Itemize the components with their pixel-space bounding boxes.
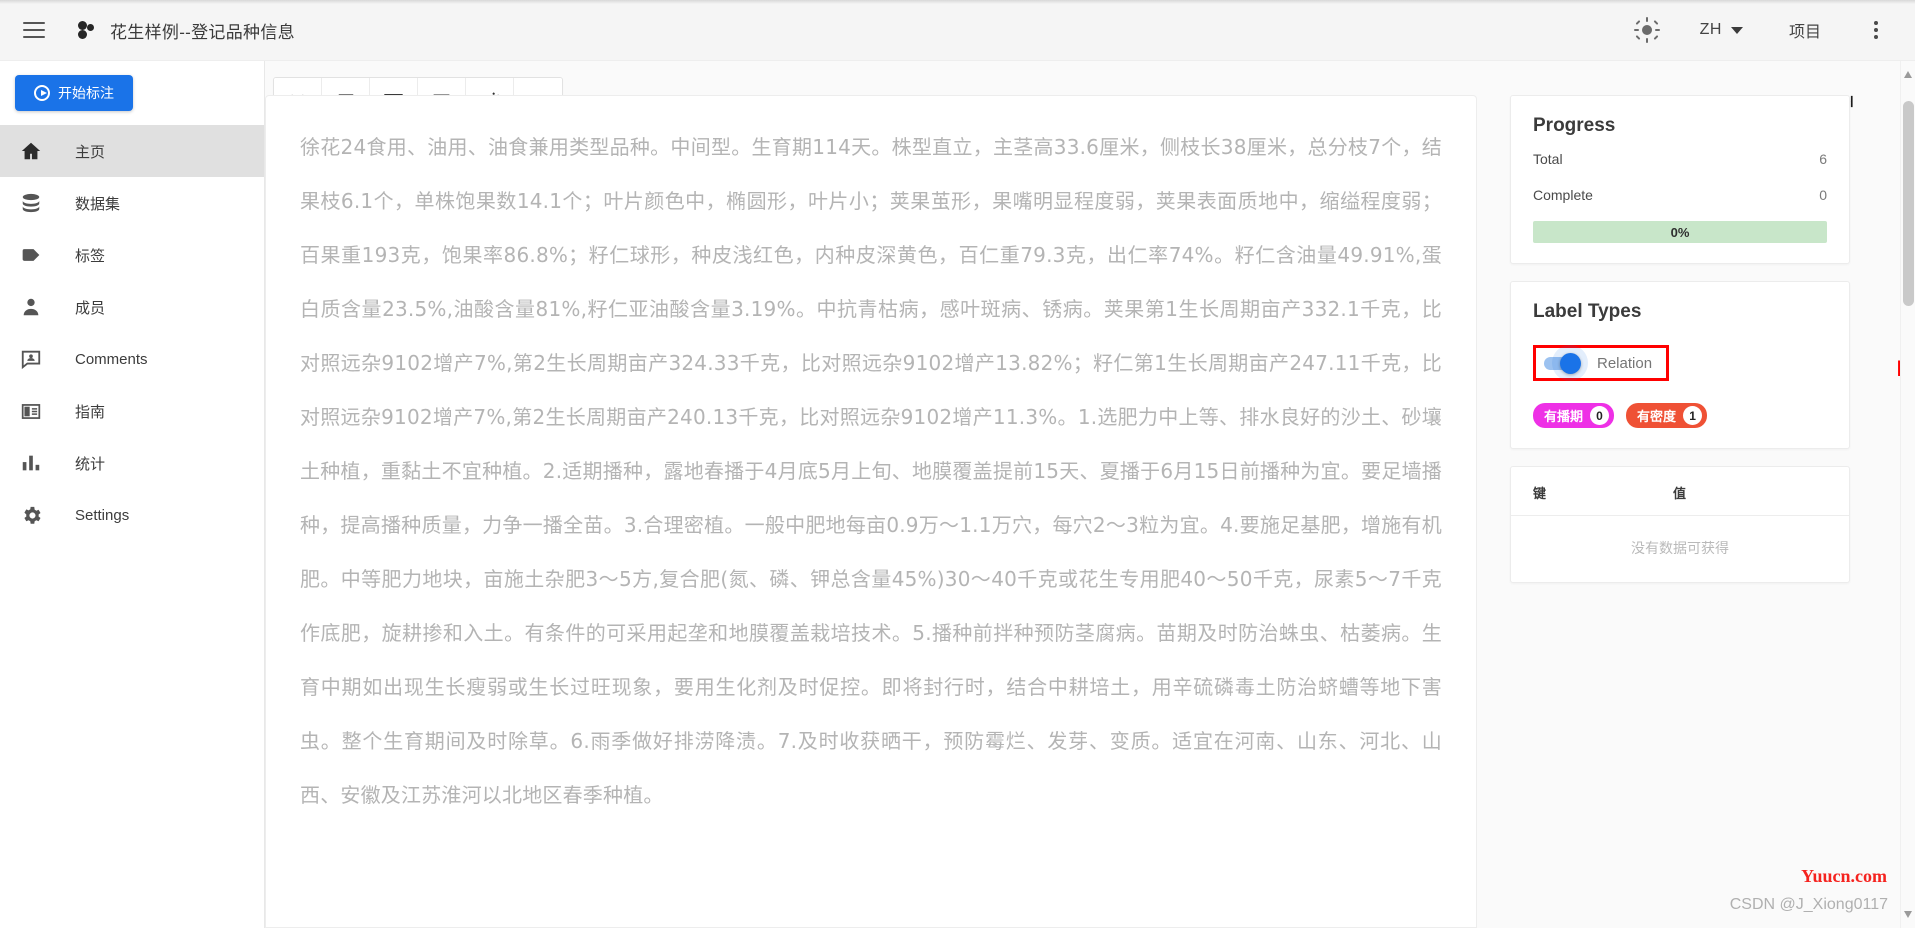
label-types-title: Label Types	[1533, 301, 1642, 322]
document-text: 徐花24食用、油用、油食兼用类型品种。中间型。生育期114天。株型直立，主茎高3…	[300, 135, 1442, 807]
vertical-scrollbar[interactable]	[1900, 61, 1915, 928]
brand-dots-icon	[78, 20, 100, 40]
database-icon	[16, 190, 46, 216]
start-annotation-button[interactable]: 开始标注	[15, 75, 133, 111]
label-badge[interactable]: 有密度 1	[1626, 403, 1708, 428]
page-title: 花生样例--登记品种信息	[110, 22, 295, 42]
relation-toggle[interactable]	[1544, 345, 1588, 381]
sidebar-label: 主页	[75, 143, 106, 161]
main-region: 1 of 6 徐花24食用、油用、油食兼用类型品种。中间型。生育期114天。株型…	[265, 61, 1915, 928]
label-badge-count: 1	[1683, 406, 1703, 425]
document-card: 徐花24食用、油用、油食兼用类型品种。中间型。生育期114天。株型直立，主茎高3…	[265, 95, 1477, 928]
label-badge[interactable]: 有播期 0	[1533, 403, 1615, 428]
comment-box-icon	[16, 346, 46, 372]
relation-toggle-highlight: Relation Relation为关系抽取标注	[1533, 345, 1915, 381]
sidebar-label: 指南	[75, 403, 106, 421]
sidebar-item-members[interactable]: 成员	[0, 281, 264, 333]
table-empty-state: 没有数据可获得	[1631, 540, 1729, 556]
progress-complete-value: 0	[1819, 187, 1827, 203]
sidebar: 开始标注 主页 数据集 标签 成员 Comments 指南 统计 Setting…	[0, 61, 265, 928]
scrollbar-thumb[interactable]	[1903, 101, 1914, 306]
home-icon	[16, 138, 46, 164]
sidebar-item-datasets[interactable]: 数据集	[0, 177, 264, 229]
column-header-key: 键	[1533, 486, 1547, 501]
language-label: ZH	[1699, 21, 1722, 38]
sidebar-item-statistics[interactable]: 统计	[0, 437, 264, 489]
top-shadow	[0, 0, 1915, 4]
sidebar-item-comments[interactable]: Comments	[0, 333, 264, 385]
project-link[interactable]: 项目	[1789, 18, 1821, 42]
vertical-dots-icon[interactable]	[1865, 19, 1887, 41]
sidebar-label: Comments	[75, 350, 148, 368]
sidebar-label: Settings	[75, 506, 130, 524]
sidebar-item-settings[interactable]: Settings	[0, 489, 264, 541]
scroll-down-icon[interactable]	[1904, 911, 1912, 918]
table-header-row: 键 值	[1511, 467, 1849, 516]
progress-percent: 0%	[1670, 224, 1690, 240]
bar-chart-icon	[16, 450, 46, 476]
sidebar-label: 成员	[75, 299, 106, 317]
label-types-card: Label Types Relation Relation为关系抽取标注	[1510, 281, 1915, 449]
progress-title: Progress	[1533, 115, 1616, 136]
label-badge-name: 有密度	[1637, 409, 1677, 424]
scroll-up-icon[interactable]	[1904, 71, 1912, 78]
right-panel: Progress Total 6 Complete 0 0% Label Typ…	[1510, 95, 1915, 600]
relation-toggle-label: Relation	[1597, 354, 1653, 372]
sidebar-label: 统计	[75, 455, 106, 473]
sun-icon[interactable]	[1633, 17, 1660, 43]
label-badge-count: 0	[1590, 406, 1610, 425]
person-icon	[16, 294, 46, 320]
progress-complete-row: Complete 0	[1511, 177, 1849, 213]
top-bar: 花生样例--登记品种信息 ZH 项目	[0, 0, 1915, 61]
progress-bar: 0%	[1533, 221, 1827, 243]
watermark-primary: Yuucn.com	[1801, 866, 1887, 886]
column-header-value: 值	[1673, 486, 1687, 501]
progress-total-label: Total	[1533, 151, 1563, 167]
watermark-secondary: CSDN @J_Xiong0117	[1729, 896, 1888, 913]
key-value-table: 键 值 没有数据可获得	[1510, 466, 1850, 583]
top-bar-actions: ZH 项目	[1633, 0, 1915, 60]
language-selector[interactable]: ZH	[1700, 21, 1743, 39]
app-root: 花生样例--登记品种信息 ZH 项目 开始标注 主页 数据集 标签 成员 Com…	[0, 0, 1915, 928]
label-badges: 有播期 0 有密度 1	[1533, 403, 1827, 428]
play-circle-icon	[34, 85, 50, 101]
hamburger-icon[interactable]	[23, 22, 45, 38]
sidebar-label: 标签	[75, 247, 106, 265]
gear-icon	[16, 502, 46, 528]
sidebar-item-guideline[interactable]: 指南	[0, 385, 264, 437]
start-annotation-label: 开始标注	[58, 85, 114, 101]
label-badge-name: 有播期	[1544, 409, 1584, 424]
sidebar-nav: 主页 数据集 标签 成员 Comments 指南 统计 Settings	[0, 125, 264, 541]
progress-total-value: 6	[1819, 151, 1827, 167]
tag-icon	[16, 242, 46, 268]
progress-total-row: Total 6	[1511, 141, 1849, 177]
progress-card: Progress Total 6 Complete 0 0%	[1510, 95, 1850, 264]
label-types-body: Relation Relation为关系抽取标注 有播期 0 有密度 1	[1511, 327, 1915, 448]
progress-bar-wrapper: 0%	[1511, 213, 1849, 263]
document-body[interactable]: 徐花24食用、油用、油食兼用类型品种。中间型。生育期114天。株型直立，主茎高3…	[266, 96, 1476, 822]
sidebar-item-home[interactable]: 主页	[0, 125, 264, 177]
progress-complete-label: Complete	[1533, 187, 1593, 203]
book-icon	[16, 398, 46, 424]
sidebar-item-labels[interactable]: 标签	[0, 229, 264, 281]
chevron-down-icon	[1730, 26, 1743, 34]
sidebar-label: 数据集	[75, 195, 121, 213]
